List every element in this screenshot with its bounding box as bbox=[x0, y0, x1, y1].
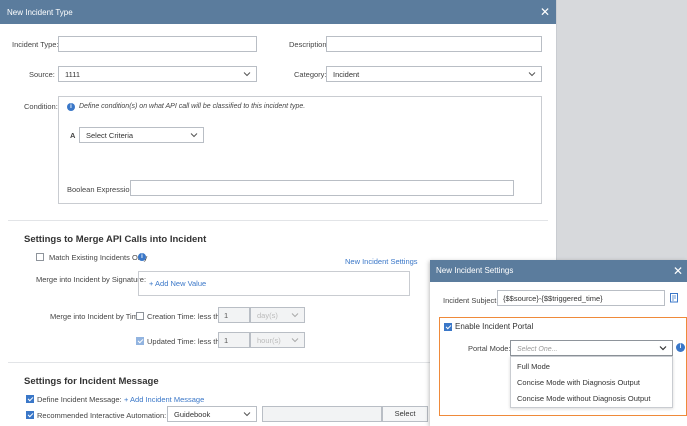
select-button[interactable]: Select bbox=[382, 406, 428, 422]
add-new-value-link[interactable]: + Add New Value bbox=[149, 279, 206, 288]
message-settings-heading: Settings for Incident Message bbox=[24, 376, 159, 387]
dropdown-option-concise-with[interactable]: Concise Mode with Diagnosis Output bbox=[517, 378, 640, 387]
enable-portal-label: Enable Incident Portal bbox=[455, 322, 534, 331]
recommended-automation-checkbox[interactable] bbox=[26, 411, 34, 419]
creation-unit: day(s) bbox=[257, 311, 278, 320]
updated-time-input[interactable]: 1 bbox=[218, 332, 250, 348]
condition-hint: Define condition(s) on what API call wil… bbox=[79, 103, 306, 110]
updated-value: 1 bbox=[224, 336, 229, 345]
incident-type-label: Incident Type: bbox=[12, 40, 59, 49]
incident-subject-label: Incident Subject: bbox=[443, 296, 499, 305]
select-criteria-dropdown[interactable]: Select Criteria bbox=[79, 127, 204, 143]
condition-label: Condition: bbox=[24, 102, 58, 111]
guidebook-value: Guidebook bbox=[174, 410, 211, 419]
settings-titlebar: New Incident Settings ✕ bbox=[430, 260, 687, 282]
incident-subject-input[interactable]: {$$source}-{$$triggered_time} bbox=[497, 290, 665, 306]
source-select[interactable]: 1111 bbox=[58, 66, 257, 82]
criteria-placeholder: Select Criteria bbox=[86, 131, 134, 140]
boolean-expression-label: Boolean Expression: bbox=[67, 185, 136, 194]
info-icon: i bbox=[138, 253, 146, 261]
automation-input[interactable] bbox=[262, 406, 382, 422]
source-value: 1111 bbox=[65, 70, 81, 79]
info-icon: i bbox=[676, 343, 685, 352]
portal-mode-label: Portal Mode: bbox=[468, 344, 511, 353]
incident-type-input[interactable] bbox=[58, 36, 257, 52]
subject-value: {$$source}-{$$triggered_time} bbox=[503, 294, 603, 303]
merge-settings-heading: Settings to Merge API Calls into Inciden… bbox=[24, 234, 207, 245]
updated-unit: hour(s) bbox=[257, 336, 281, 345]
updated-time-label: Updated Time: less then bbox=[147, 337, 228, 346]
dropdown-option-full[interactable]: Full Mode bbox=[517, 362, 550, 371]
close-icon[interactable]: ✕ bbox=[540, 6, 550, 18]
recommended-automation-label: Recommended Interactive Automation: bbox=[37, 411, 167, 420]
edit-icon[interactable] bbox=[670, 293, 679, 303]
divider bbox=[8, 220, 548, 221]
chevron-down-icon bbox=[528, 70, 536, 78]
match-existing-label: Match Existing Incidents Only bbox=[49, 253, 148, 262]
description-label: Description: bbox=[289, 40, 329, 49]
description-input[interactable] bbox=[326, 36, 542, 52]
chevron-down-icon bbox=[190, 131, 198, 139]
dialog-titlebar: New Incident Type ✕ bbox=[0, 0, 556, 24]
define-message-label: Define Incident Message: bbox=[37, 395, 122, 404]
portal-mode-placeholder: Select One... bbox=[517, 346, 558, 353]
dialog-title: New Incident Type bbox=[7, 8, 73, 17]
category-value: Incident bbox=[333, 70, 360, 79]
enable-portal-checkbox[interactable] bbox=[444, 323, 452, 331]
add-incident-message-link[interactable]: + Add Incident Message bbox=[124, 395, 204, 404]
creation-time-input[interactable]: 1 bbox=[218, 307, 250, 323]
boolean-expression-input[interactable] bbox=[130, 180, 514, 196]
dropdown-option-concise-without[interactable]: Concise Mode without Diagnosis Output bbox=[517, 394, 650, 403]
close-icon[interactable]: ✕ bbox=[673, 265, 683, 277]
criteria-letter: A bbox=[70, 131, 76, 140]
info-icon: i bbox=[67, 103, 75, 111]
chevron-down-icon bbox=[243, 70, 251, 78]
creation-unit-select[interactable]: day(s) bbox=[250, 307, 305, 323]
category-label: Category: bbox=[294, 70, 327, 79]
updated-time-checkbox[interactable] bbox=[136, 337, 144, 345]
category-select[interactable]: Incident bbox=[326, 66, 542, 82]
chevron-down-icon bbox=[659, 344, 667, 352]
guidebook-select[interactable]: Guidebook bbox=[167, 406, 257, 422]
new-incident-settings-link[interactable]: New Incident Settings bbox=[345, 257, 418, 266]
chevron-down-icon bbox=[291, 336, 299, 344]
creation-time-checkbox[interactable] bbox=[136, 312, 144, 320]
match-existing-checkbox[interactable] bbox=[36, 253, 44, 261]
creation-time-label: Creation Time: less then bbox=[147, 312, 228, 321]
creation-value: 1 bbox=[224, 311, 229, 320]
portal-mode-select[interactable]: Select One... bbox=[510, 340, 673, 356]
source-label: Source: bbox=[29, 70, 55, 79]
chevron-down-icon bbox=[243, 410, 251, 418]
updated-unit-select[interactable]: hour(s) bbox=[250, 332, 305, 348]
chevron-down-icon bbox=[291, 311, 299, 319]
define-message-checkbox[interactable] bbox=[26, 395, 34, 403]
settings-title: New Incident Settings bbox=[436, 266, 514, 275]
portal-mode-dropdown-list: Full Mode Concise Mode with Diagnosis Ou… bbox=[510, 356, 673, 408]
merge-signature-label: Merge into Incident by Signature: bbox=[36, 275, 147, 284]
merge-time-label: Merge into Incident by Time: bbox=[50, 312, 145, 321]
